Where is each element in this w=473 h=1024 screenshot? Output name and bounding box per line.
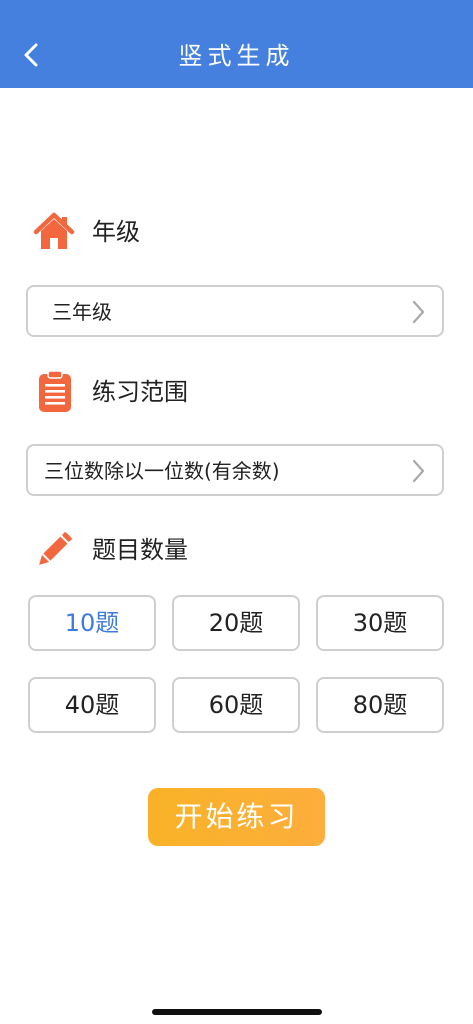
header-bar: 竖式生成 <box>0 0 473 88</box>
count-option-60[interactable]: 60题 <box>172 677 300 733</box>
count-option-20[interactable]: 20题 <box>172 595 300 651</box>
range-select[interactable]: 三位数除以一位数(有余数) <box>26 444 444 496</box>
clipboard-icon <box>34 369 78 413</box>
count-label: 题目数量 <box>92 536 188 564</box>
home-indicator <box>152 1009 322 1015</box>
count-option-40[interactable]: 40题 <box>28 677 156 733</box>
count-option-80[interactable]: 80题 <box>316 677 444 733</box>
count-option-30[interactable]: 30题 <box>316 595 444 651</box>
grade-label: 年级 <box>92 218 140 246</box>
page-title: 竖式生成 <box>178 42 295 70</box>
start-practice-button[interactable]: 开始练习 <box>148 788 325 846</box>
grade-value: 三年级 <box>52 300 112 324</box>
chevron-right-icon <box>412 459 425 483</box>
pencil-icon <box>32 528 76 572</box>
range-label: 练习范围 <box>92 378 188 406</box>
count-option-10[interactable]: 10题 <box>28 595 156 651</box>
grade-select[interactable]: 三年级 <box>26 285 444 337</box>
chevron-right-icon <box>412 300 425 324</box>
range-value: 三位数除以一位数(有余数) <box>44 459 280 483</box>
home-icon <box>32 210 76 254</box>
